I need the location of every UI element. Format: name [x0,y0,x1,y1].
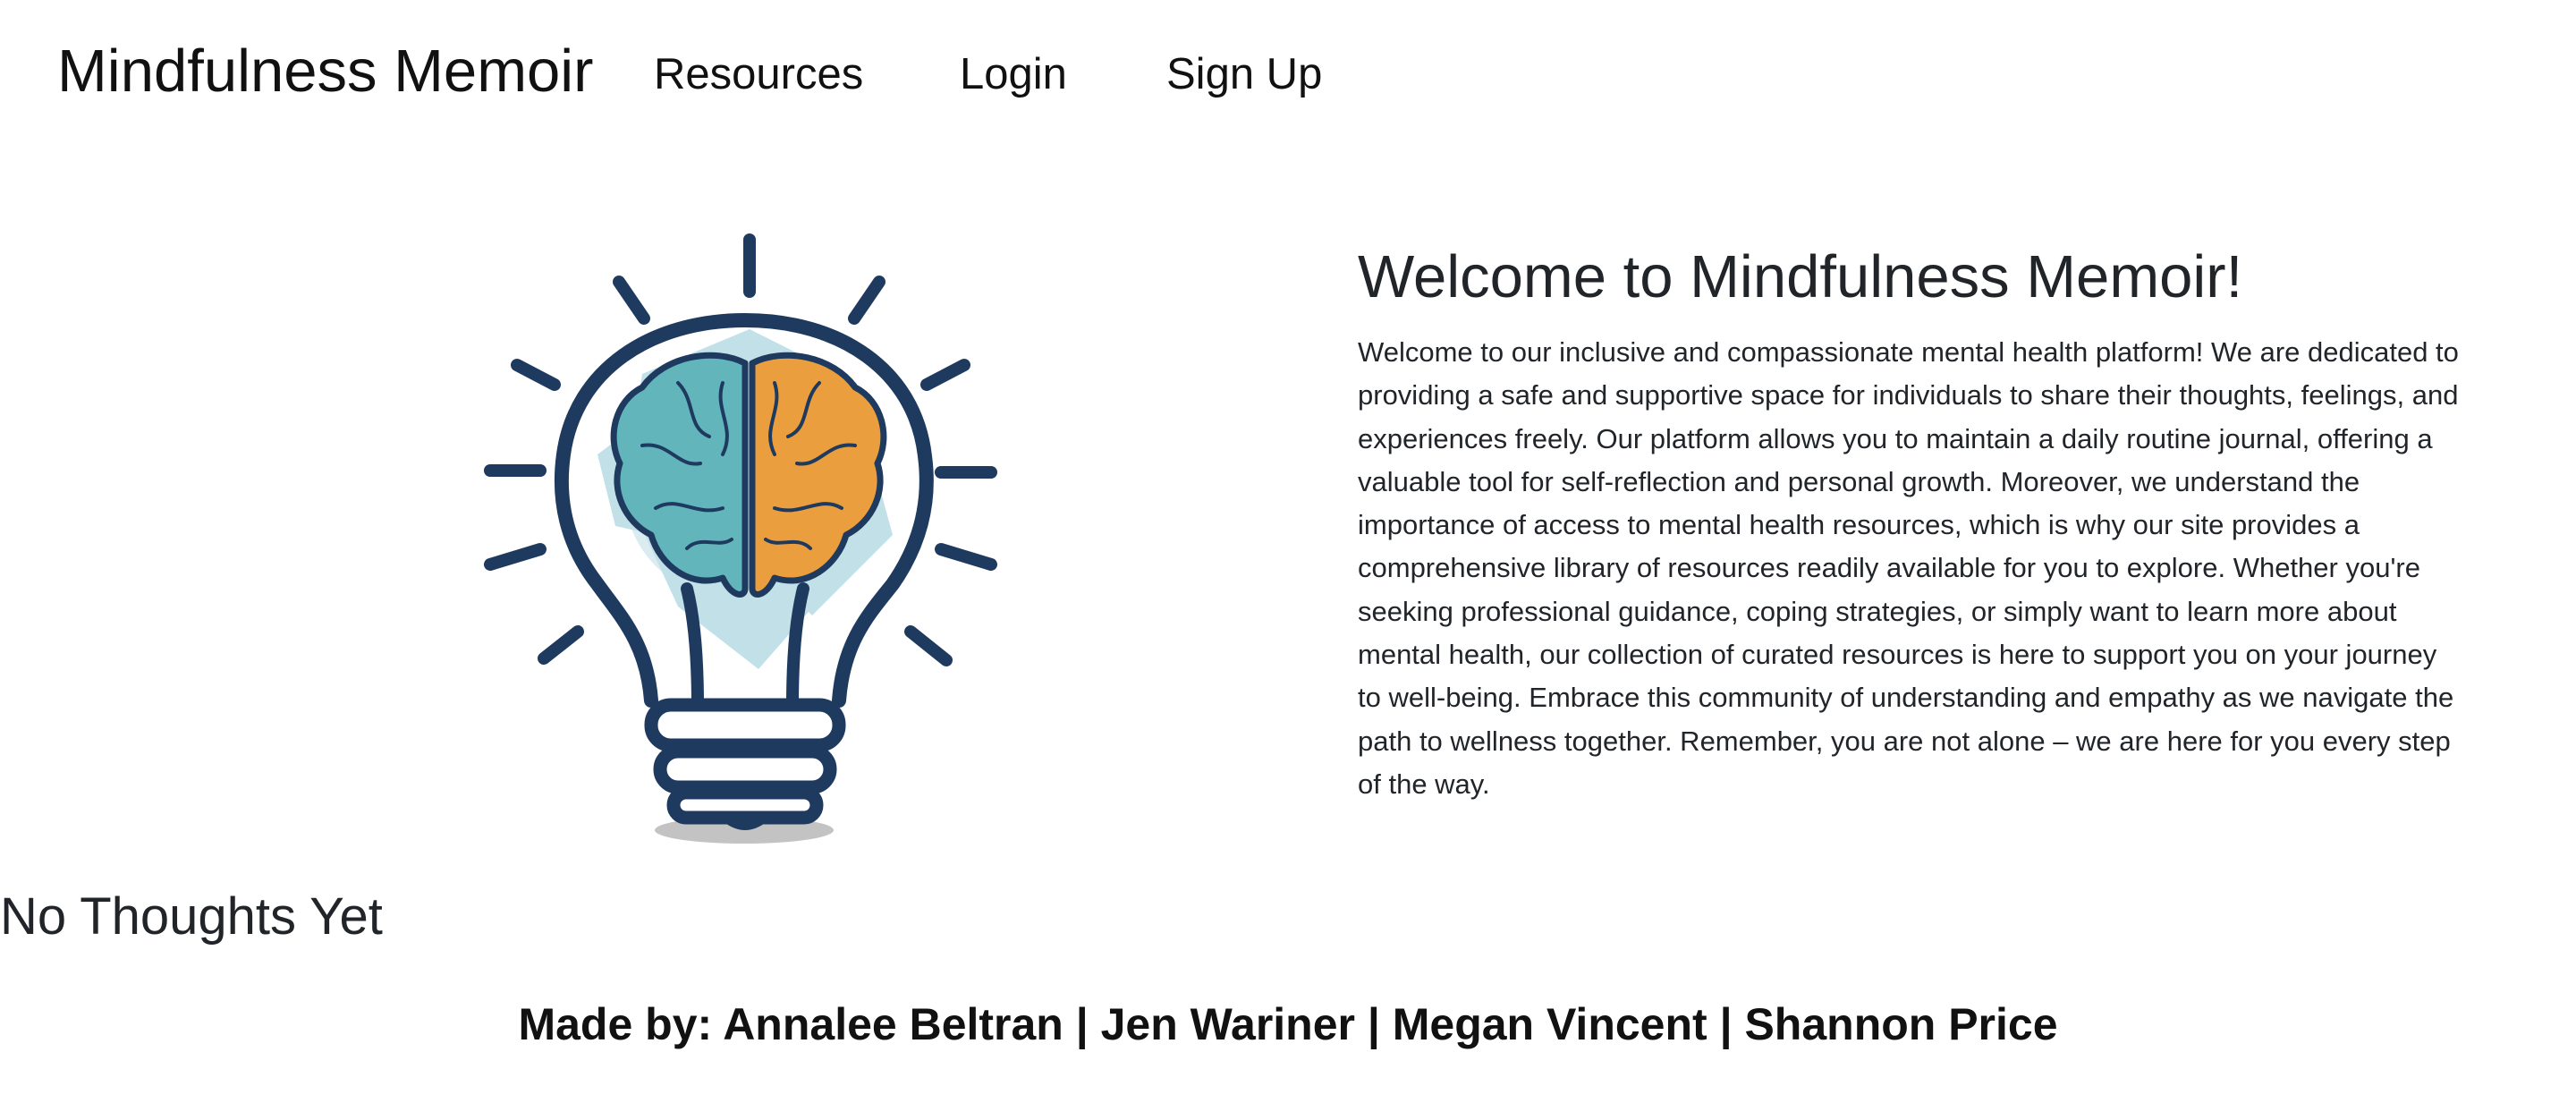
nav-link-signup[interactable]: Sign Up [1166,48,1322,101]
no-thoughts-heading: No Thoughts Yet [0,887,383,946]
brand-link[interactable]: Mindfulness Memoir [57,36,593,107]
welcome-title: Welcome to Mindfulness Memoir! [1358,243,2243,310]
nav-link-login[interactable]: Login [960,48,1067,101]
lightbulb-brain-icon [463,222,1018,848]
footer-credits: Made by: Annalee Beltran | Jen Wariner |… [518,999,2058,1049]
nav-link-resources[interactable]: Resources [654,48,863,101]
navbar: Mindfulness Memoir Resources Login Sign … [0,0,2576,161]
welcome-body: Welcome to our inclusive and compassiona… [1358,336,2459,800]
